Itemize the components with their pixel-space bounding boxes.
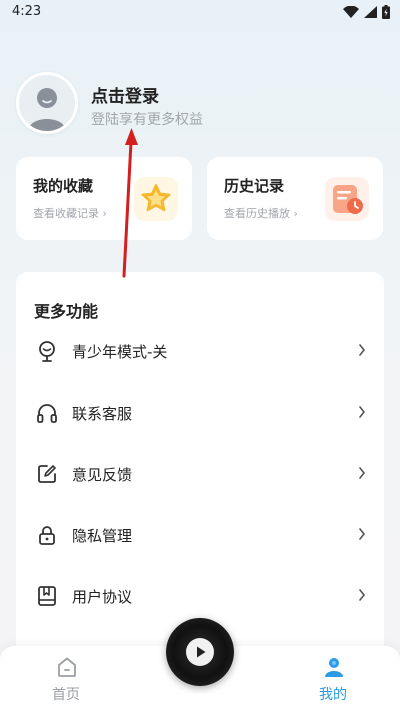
chevron-right-icon [359, 344, 366, 356]
chevron-right-icon [359, 467, 366, 479]
menu-item-label: 青少年模式-关 [72, 343, 168, 361]
status-icons [343, 5, 390, 19]
menu-item-customer-service[interactable]: 联系客服 [16, 392, 384, 432]
teen-mode-icon [39, 341, 55, 362]
lock-icon [39, 526, 55, 545]
menu-item-feedback[interactable]: 意见反馈 [16, 453, 384, 493]
signal-icon [364, 6, 377, 18]
avatar[interactable] [16, 72, 78, 134]
favorites-title: 我的收藏 [33, 177, 94, 195]
history-link[interactable]: 查看历史播放 › [224, 205, 298, 221]
user-icon [325, 658, 343, 677]
chevron-right-icon [359, 589, 366, 601]
nav-label-home: 首页 [52, 687, 80, 703]
favorites-link[interactable]: 查看收藏记录 › [33, 205, 107, 221]
more-features-title: 更多功能 [34, 302, 99, 321]
battery-icon [382, 5, 390, 19]
default-avatar-icon [19, 75, 75, 131]
menu-item-teen-mode[interactable]: 青少年模式-关 [16, 330, 384, 370]
menu-item-label: 意见反馈 [72, 466, 133, 484]
home-icon [58, 657, 76, 677]
agreement-book-icon [38, 586, 56, 606]
chevron-right-icon [359, 528, 366, 540]
play-icon [197, 646, 206, 658]
history-card[interactable]: 历史记录 查看历史播放 › [207, 157, 383, 240]
nav-label-mine: 我的 [319, 687, 347, 703]
history-title: 历史记录 [224, 177, 285, 195]
wifi-icon [343, 6, 359, 18]
menu-item-label: 联系客服 [72, 405, 133, 423]
login-subtitle: 登陆享有更多权益 [91, 112, 203, 128]
status-time: 4:23 [12, 4, 42, 19]
menu-item-label: 隐私管理 [72, 527, 133, 545]
chevron-right-icon [359, 406, 366, 418]
menu-item-privacy[interactable]: 隐私管理 [16, 514, 384, 554]
more-features-card: 更多功能 青少年模式-关 联系客服 意见反馈 隐私管理 用户协议 [16, 272, 384, 672]
player-disc-button[interactable] [166, 618, 234, 686]
login-profile-section[interactable]: 点击登录 登陆享有更多权益 [16, 72, 386, 134]
history-clock-icon [325, 177, 369, 221]
edit-feedback-icon [38, 465, 56, 483]
menu-item-user-agreement[interactable]: 用户协议 [16, 575, 384, 615]
nav-item-mine[interactable]: 我的 [303, 656, 363, 704]
favorites-card[interactable]: 我的收藏 查看收藏记录 › [16, 157, 192, 240]
nav-item-home[interactable]: 首页 [36, 656, 96, 704]
player-disc-center [186, 638, 214, 666]
status-bar: 4:23 [0, 0, 400, 24]
menu-item-label: 用户协议 [72, 588, 133, 606]
login-title[interactable]: 点击登录 [91, 82, 159, 107]
star-icon [134, 177, 178, 221]
headphones-icon [37, 404, 57, 423]
